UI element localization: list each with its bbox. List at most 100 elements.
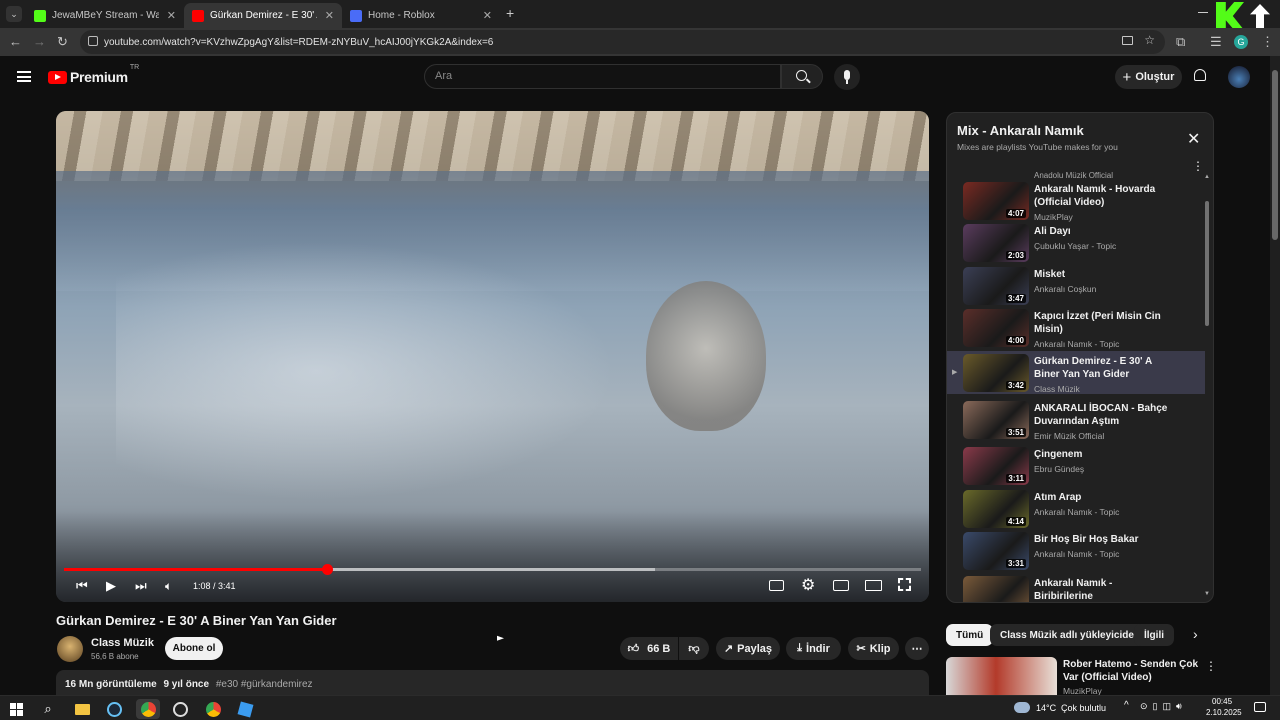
play-icon[interactable]: ▶: [106, 578, 116, 594]
address-bar[interactable]: youtube.com/watch?v=KVzhwZpgAgY&list=RDE…: [80, 30, 1165, 54]
obs-icon[interactable]: [170, 699, 190, 719]
like-button[interactable]: 👍︎ 66 B: [620, 637, 678, 660]
playlist-item[interactable]: 3:51 ANKARALI İBOCAN - Bahçe Duvarından A…: [947, 398, 1205, 441]
tab-jewambey[interactable]: JewaMBeY Stream - Watch Live ✕: [26, 3, 184, 28]
page-scrollbar-thumb[interactable]: [1272, 70, 1278, 240]
create-button[interactable]: + Oluştur: [1115, 65, 1182, 89]
minimize-icon[interactable]: [1198, 12, 1208, 13]
steam-icon[interactable]: [104, 699, 124, 719]
profile-avatar[interactable]: G: [1234, 35, 1248, 49]
description-box[interactable]: 16 Mn görüntüleme 9 yıl önce #e30 #gürka…: [56, 670, 929, 695]
notifications-icon[interactable]: [1254, 702, 1266, 712]
scroll-up-arrow-icon[interactable]: ▲: [1204, 174, 1210, 180]
video-player[interactable]: ⏮ ▶ ⏭ 🔈︎ 1:08 / 3:41 ⚙: [56, 111, 929, 602]
download-button[interactable]: ⤓ İndir: [786, 637, 841, 660]
voice-search-button[interactable]: [834, 64, 860, 90]
site-info-icon[interactable]: [88, 36, 98, 46]
chip-related[interactable]: İlgili: [1134, 624, 1174, 646]
reading-list-icon[interactable]: ☰: [1210, 28, 1222, 56]
playlist-item[interactable]: 3:11 Çingenem Ebru Gündeş: [947, 444, 1205, 487]
playlist-item[interactable]: 3:47 Misket Ankaralı Coşkun: [947, 264, 1205, 307]
playlist-thumbnail[interactable]: 3:51: [963, 401, 1029, 439]
close-playlist-icon[interactable]: ✕: [1187, 129, 1200, 149]
hashtags[interactable]: #e30 #gürkandemirez: [216, 679, 313, 690]
previous-icon[interactable]: ⏮: [76, 578, 88, 594]
tray-icons[interactable]: ⊙▯◫🔊︎: [1140, 701, 1187, 712]
clock-time[interactable]: 00:45: [1212, 697, 1232, 706]
recommendation-menu-icon[interactable]: ⋮: [1205, 659, 1217, 673]
chip-all[interactable]: Tümü: [946, 624, 994, 646]
search-icon[interactable]: ⌕: [38, 699, 58, 719]
recommendation-thumbnail[interactable]: [946, 657, 1057, 695]
duration-badge: 3:31: [1005, 559, 1026, 568]
reload-icon[interactable]: ↻: [57, 28, 68, 56]
notifications-bell-icon[interactable]: [1194, 69, 1206, 81]
settings-gear-icon[interactable]: ⚙: [801, 575, 815, 595]
subscribe-button[interactable]: Abone ol: [165, 637, 223, 660]
windows-start-icon[interactable]: [6, 699, 26, 719]
back-icon[interactable]: ←: [9, 28, 22, 56]
playlist-item[interactable]: 2:03 Ali Dayı Çubuklu Yaşar - Topic: [947, 221, 1205, 264]
next-icon[interactable]: ⏭: [135, 578, 147, 594]
theater-mode-icon[interactable]: [865, 580, 882, 591]
playlist-item[interactable]: 3:31 Bir Hoş Bir Hoş Bakar Ankaralı Namık …: [947, 529, 1205, 572]
playlist-thumbnail[interactable]: [963, 576, 1029, 602]
playlist-thumbnail[interactable]: 3:11: [963, 447, 1029, 485]
bookmark-star-icon[interactable]: ☆: [1144, 33, 1155, 47]
close-icon[interactable]: ✕: [167, 9, 176, 22]
subtitles-icon[interactable]: [769, 580, 784, 591]
playlist-thumbnail[interactable]: 4:00: [963, 309, 1029, 347]
playlist-item[interactable]: 4:00 Kapıcı İzzet (Peri Misin Cin Misin) A…: [947, 306, 1205, 349]
share-button[interactable]: ↗ Paylaş: [716, 637, 780, 660]
roblox-studio-icon[interactable]: [235, 699, 255, 719]
close-icon[interactable]: ✕: [483, 9, 492, 22]
tray-chevron-icon[interactable]: ^: [1124, 700, 1129, 711]
playlist-item[interactable]: 4:14 Atım Arap Ankaralı Namık - Topic: [947, 487, 1205, 530]
browser-menu-icon[interactable]: ⋮: [1261, 28, 1274, 56]
playlist-thumbnail[interactable]: 2:03: [963, 224, 1029, 262]
playlist-item[interactable]: ▶ 3:42 Gürkan Demirez - E 30' A Biner Yan …: [947, 351, 1205, 394]
dislike-button[interactable]: 👎︎: [679, 637, 709, 660]
youtube-logo-icon: [48, 70, 67, 84]
playlist-thumbnail[interactable]: 4:14: [963, 490, 1029, 528]
chrome-active-icon[interactable]: [136, 699, 160, 719]
chips-next-icon[interactable]: ›: [1193, 626, 1198, 642]
clock-date[interactable]: 2.10.2025: [1206, 708, 1242, 717]
youtube-page: Premium TR Ara + Oluştur ⏮ ▶ ⏭ 🔈︎ 1:08 /…: [0, 56, 1270, 696]
forward-icon[interactable]: →: [33, 28, 46, 56]
playlist-thumbnail[interactable]: 3:47: [963, 267, 1029, 305]
miniplayer-icon[interactable]: [833, 580, 849, 591]
youtube-logo[interactable]: Premium TR: [48, 64, 139, 86]
chip-from-uploader[interactable]: Class Müzik adlı yükleyiciden: [990, 624, 1151, 646]
volume-icon[interactable]: 🔈︎: [165, 579, 172, 594]
channel-avatar[interactable]: [57, 636, 83, 662]
scroll-down-arrow-icon[interactable]: ▼: [1204, 591, 1210, 597]
account-avatar[interactable]: [1228, 66, 1250, 88]
playlist-item[interactable]: Ankaralı Namık - Biribirilerine: [947, 573, 1205, 602]
tab-youtube[interactable]: Gürkan Demirez - E 30' A Biner ✕: [184, 3, 342, 28]
search-button[interactable]: [781, 64, 823, 89]
more-actions-button[interactable]: ⋯: [905, 637, 929, 660]
clip-button[interactable]: ✂ Klip: [848, 637, 899, 660]
page-scrollbar[interactable]: [1270, 56, 1280, 695]
close-icon[interactable]: ✕: [325, 9, 334, 22]
channel-name[interactable]: Class Müzik: [91, 637, 154, 649]
extensions-icon[interactable]: ⧉: [1176, 28, 1185, 56]
playlist-scrollbar[interactable]: [1205, 201, 1209, 326]
playlist-thumbnail[interactable]: 4:07: [963, 182, 1029, 220]
subscriber-count: 56,6 B abone: [91, 652, 139, 661]
playlist-item[interactable]: 4:07 Ankaralı Namık - Hovarda (Official V…: [947, 179, 1205, 222]
file-explorer-icon[interactable]: [72, 699, 92, 719]
new-tab-button[interactable]: +: [506, 5, 514, 21]
playlist-thumbnail[interactable]: 3:31: [963, 532, 1029, 570]
recommendation-title[interactable]: Rober Hatemo - Senden Çok Var (Official …: [1063, 658, 1203, 684]
tab-roblox[interactable]: Home - Roblox ✕: [342, 3, 500, 28]
tab-search-icon[interactable]: ⌄: [6, 6, 22, 22]
hamburger-menu-icon[interactable]: [17, 71, 31, 82]
install-icon[interactable]: [1122, 36, 1133, 45]
progress-bar[interactable]: [64, 564, 921, 575]
search-input[interactable]: Ara: [424, 64, 781, 89]
playlist-panel: Mix - Ankaralı Namık Mixes are playlists…: [946, 112, 1214, 603]
playlist-thumbnail[interactable]: 3:42: [963, 354, 1029, 392]
chrome-icon[interactable]: [203, 699, 223, 719]
